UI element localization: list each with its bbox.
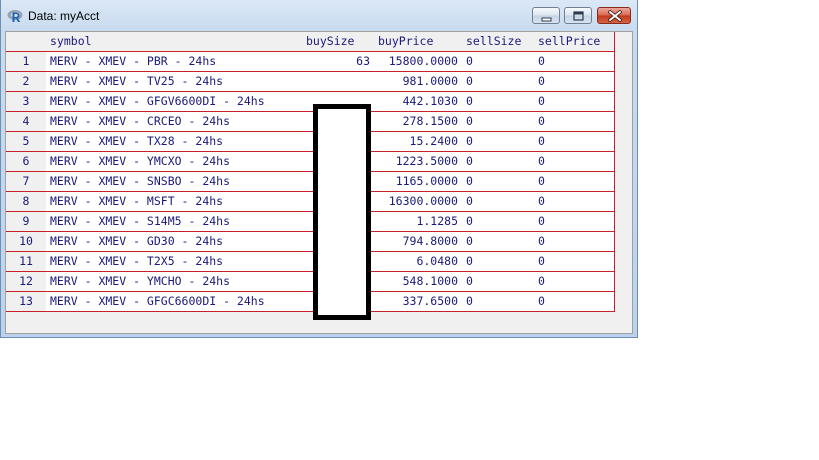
row-number[interactable]: 4 bbox=[6, 112, 47, 132]
column-header-sellprice[interactable]: sellPrice bbox=[534, 32, 615, 52]
cell-sellsize[interactable]: 0 bbox=[462, 172, 535, 192]
cell-sellsize[interactable]: 0 bbox=[462, 272, 535, 292]
column-header-buysize[interactable]: buySize bbox=[302, 32, 375, 52]
cell-sellprice[interactable]: 0 bbox=[534, 52, 615, 72]
cell-sellsize[interactable]: 0 bbox=[462, 292, 535, 312]
cell-sellsize[interactable]: 0 bbox=[462, 132, 535, 152]
data-viewer-window: Data: myAcct symbol buySize buyPrice sel… bbox=[0, 0, 638, 338]
cell-sellprice[interactable]: 0 bbox=[534, 192, 615, 212]
cell-buyprice[interactable]: 548.1000 bbox=[374, 272, 463, 292]
cell-symbol[interactable]: MERV - XMEV - YMCHO - 24hs bbox=[46, 272, 303, 292]
row-number[interactable]: 1 bbox=[6, 52, 47, 72]
cell-sellprice[interactable]: 0 bbox=[534, 212, 615, 232]
cell-symbol[interactable]: MERV - XMEV - PBR - 24hs bbox=[46, 52, 303, 72]
cell-buysize[interactable]: 63 bbox=[302, 52, 375, 72]
column-header-symbol[interactable]: symbol bbox=[46, 32, 303, 52]
cell-symbol[interactable]: MERV - XMEV - GFGV6600DI - 24hs bbox=[46, 92, 303, 112]
cell-buysize[interactable] bbox=[302, 72, 375, 92]
row-number[interactable]: 11 bbox=[6, 252, 47, 272]
window-title: Data: myAcct bbox=[28, 9, 100, 23]
cell-sellsize[interactable]: 0 bbox=[462, 52, 535, 72]
cell-sellprice[interactable]: 0 bbox=[534, 152, 615, 172]
row-number[interactable]: 12 bbox=[6, 272, 47, 292]
cell-buyprice[interactable]: 1.1285 bbox=[374, 212, 463, 232]
cell-buyprice[interactable]: 981.0000 bbox=[374, 72, 463, 92]
close-button[interactable] bbox=[597, 7, 631, 24]
cell-buyprice[interactable]: 15800.0000 bbox=[374, 52, 463, 72]
cell-symbol[interactable]: MERV - XMEV - GD30 - 24hs bbox=[46, 232, 303, 252]
cell-symbol[interactable]: MERV - XMEV - SNSBO - 24hs bbox=[46, 172, 303, 192]
row-number[interactable]: 2 bbox=[6, 72, 47, 92]
cell-sellsize[interactable]: 0 bbox=[462, 252, 535, 272]
cell-sellsize[interactable]: 0 bbox=[462, 232, 535, 252]
cell-symbol[interactable]: MERV - XMEV - TV25 - 24hs bbox=[46, 72, 303, 92]
cell-buyprice[interactable]: 278.1500 bbox=[374, 112, 463, 132]
cell-sellsize[interactable]: 0 bbox=[462, 212, 535, 232]
cell-sellsize[interactable]: 0 bbox=[462, 192, 535, 212]
cell-symbol[interactable]: MERV - XMEV - CRCEO - 24hs bbox=[46, 112, 303, 132]
cell-symbol[interactable]: MERV - XMEV - TX28 - 24hs bbox=[46, 132, 303, 152]
cell-symbol[interactable]: MERV - XMEV - GFGC6600DI - 24hs bbox=[46, 292, 303, 312]
cell-buyprice[interactable]: 15.2400 bbox=[374, 132, 463, 152]
row-number[interactable]: 3 bbox=[6, 92, 47, 112]
cell-sellprice[interactable]: 0 bbox=[534, 72, 615, 92]
cell-buyprice[interactable]: 16300.0000 bbox=[374, 192, 463, 212]
redaction-box bbox=[313, 104, 371, 320]
cell-buyprice[interactable]: 442.1030 bbox=[374, 92, 463, 112]
row-number[interactable]: 9 bbox=[6, 212, 47, 232]
cell-sellsize[interactable]: 0 bbox=[462, 72, 535, 92]
cell-sellsize[interactable]: 0 bbox=[462, 152, 535, 172]
cell-sellprice[interactable]: 0 bbox=[534, 112, 615, 132]
column-header-sellsize[interactable]: sellSize bbox=[462, 32, 535, 52]
cell-sellprice[interactable]: 0 bbox=[534, 232, 615, 252]
corner-cell bbox=[6, 32, 47, 52]
column-header-buyprice[interactable]: buyPrice bbox=[374, 32, 463, 52]
cell-buyprice[interactable]: 794.8000 bbox=[374, 232, 463, 252]
cell-sellprice[interactable]: 0 bbox=[534, 252, 615, 272]
row-number[interactable]: 6 bbox=[6, 152, 47, 172]
cell-sellprice[interactable]: 0 bbox=[534, 92, 615, 112]
minimize-button[interactable] bbox=[532, 7, 560, 24]
cell-buyprice[interactable]: 1165.0000 bbox=[374, 172, 463, 192]
maximize-button[interactable] bbox=[564, 7, 592, 24]
cell-sellprice[interactable]: 0 bbox=[534, 172, 615, 192]
cell-sellsize[interactable]: 0 bbox=[462, 112, 535, 132]
data-grid-pane: symbol buySize buyPrice sellSize sellPri… bbox=[5, 31, 633, 334]
cell-sellprice[interactable]: 0 bbox=[534, 132, 615, 152]
cell-sellprice[interactable]: 0 bbox=[534, 272, 615, 292]
maximize-icon bbox=[573, 11, 584, 21]
row-number[interactable]: 5 bbox=[6, 132, 47, 152]
title-bar[interactable]: Data: myAcct bbox=[1, 0, 639, 30]
minimize-icon bbox=[541, 17, 552, 22]
row-number[interactable]: 10 bbox=[6, 232, 47, 252]
cell-sellsize[interactable]: 0 bbox=[462, 92, 535, 112]
cell-symbol[interactable]: MERV - XMEV - S14M5 - 24hs bbox=[46, 212, 303, 232]
cell-symbol[interactable]: MERV - XMEV - MSFT - 24hs bbox=[46, 192, 303, 212]
row-number[interactable]: 8 bbox=[6, 192, 47, 212]
cell-symbol[interactable]: MERV - XMEV - T2X5 - 24hs bbox=[46, 252, 303, 272]
row-number[interactable]: 13 bbox=[6, 292, 47, 312]
r-logo-icon bbox=[7, 10, 23, 22]
cell-buyprice[interactable]: 1223.5000 bbox=[374, 152, 463, 172]
close-icon bbox=[608, 10, 622, 22]
cell-buyprice[interactable]: 6.0480 bbox=[374, 252, 463, 272]
row-number[interactable]: 7 bbox=[6, 172, 47, 192]
cell-sellprice[interactable]: 0 bbox=[534, 292, 615, 312]
cell-symbol[interactable]: MERV - XMEV - YMCXO - 24hs bbox=[46, 152, 303, 172]
cell-buyprice[interactable]: 337.6500 bbox=[374, 292, 463, 312]
